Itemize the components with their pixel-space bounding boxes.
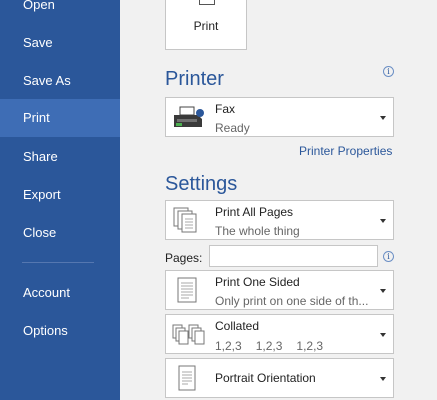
- collation-dropdown[interactable]: Collated 1,2,3 1,2,3 1,2,3: [165, 314, 394, 354]
- collation-order-item: 1,2,3: [296, 339, 324, 353]
- nav-options[interactable]: Options: [0, 312, 120, 350]
- print-button-label: Print: [193, 19, 219, 33]
- nav-share[interactable]: Share: [0, 138, 120, 176]
- nav-save-label: Save: [23, 35, 53, 50]
- pages-label: Pages:: [165, 251, 203, 265]
- chevron-down-icon: [380, 333, 386, 337]
- nav-open-label: Open: [23, 0, 55, 12]
- printer-info-icon[interactable]: i: [383, 66, 394, 77]
- chevron-down-icon: [380, 116, 386, 120]
- nav-print[interactable]: Print: [0, 99, 120, 137]
- backstage-sidebar: Open Save Save As Print Share Export Clo…: [0, 0, 120, 400]
- printer-heading: Printer: [165, 68, 224, 90]
- nav-save[interactable]: Save: [0, 24, 120, 62]
- print-pages-title: Print All Pages: [215, 205, 294, 219]
- nav-open[interactable]: Open: [0, 0, 120, 24]
- chevron-down-icon: [380, 377, 386, 381]
- nav-account-label: Account: [23, 285, 70, 300]
- print-sides-dropdown[interactable]: Print One Sided Only print on one side o…: [165, 270, 394, 310]
- printer-name: Fax: [215, 102, 236, 116]
- nav-export[interactable]: Export: [0, 176, 120, 214]
- print-sides-subtitle: Only print on one side of th...: [215, 294, 369, 308]
- one-sided-icon: [177, 277, 197, 303]
- print-pages-dropdown[interactable]: Print All Pages The whole thing: [165, 200, 394, 240]
- nav-save-as-label: Save As: [23, 73, 71, 88]
- settings-heading: Settings: [165, 173, 238, 195]
- print-button[interactable]: Print: [165, 0, 247, 50]
- collation-order: 1,2,3 1,2,3 1,2,3: [215, 339, 337, 353]
- collation-title: Collated: [215, 319, 260, 333]
- print-panel: Print Printer i Fax Ready Printer Proper…: [120, 0, 437, 400]
- printer-properties-link[interactable]: Printer Properties: [299, 144, 392, 158]
- printer-dropdown[interactable]: Fax Ready: [165, 97, 394, 137]
- pages-input[interactable]: [209, 245, 378, 267]
- print-sides-title: Print One Sided: [215, 275, 300, 289]
- sidebar-divider: [22, 262, 94, 263]
- portrait-icon: [178, 365, 196, 391]
- all-pages-icon: [173, 207, 197, 233]
- printer-status: Ready: [215, 121, 250, 135]
- orientation-dropdown[interactable]: Portrait Orientation: [165, 358, 394, 398]
- collation-order-item: 1,2,3: [215, 339, 242, 353]
- printer-icon: [199, 0, 215, 5]
- print-pages-subtitle: The whole thing: [215, 224, 300, 238]
- nav-share-label: Share: [23, 149, 58, 164]
- chevron-down-icon: [380, 219, 386, 223]
- fax-printer-icon: [174, 106, 204, 127]
- nav-account[interactable]: Account: [0, 274, 120, 312]
- nav-close[interactable]: Close: [0, 214, 120, 252]
- nav-export-label: Export: [23, 187, 61, 202]
- nav-close-label: Close: [23, 225, 57, 240]
- nav-save-as[interactable]: Save As: [0, 62, 120, 100]
- nav-print-label: Print: [23, 110, 50, 125]
- chevron-down-icon: [380, 289, 386, 293]
- orientation-title: Portrait Orientation: [215, 371, 316, 385]
- collation-order-item: 1,2,3: [255, 339, 283, 353]
- pages-info-icon[interactable]: i: [383, 251, 394, 262]
- nav-options-label: Options: [23, 323, 68, 338]
- collated-icon: [172, 324, 205, 345]
